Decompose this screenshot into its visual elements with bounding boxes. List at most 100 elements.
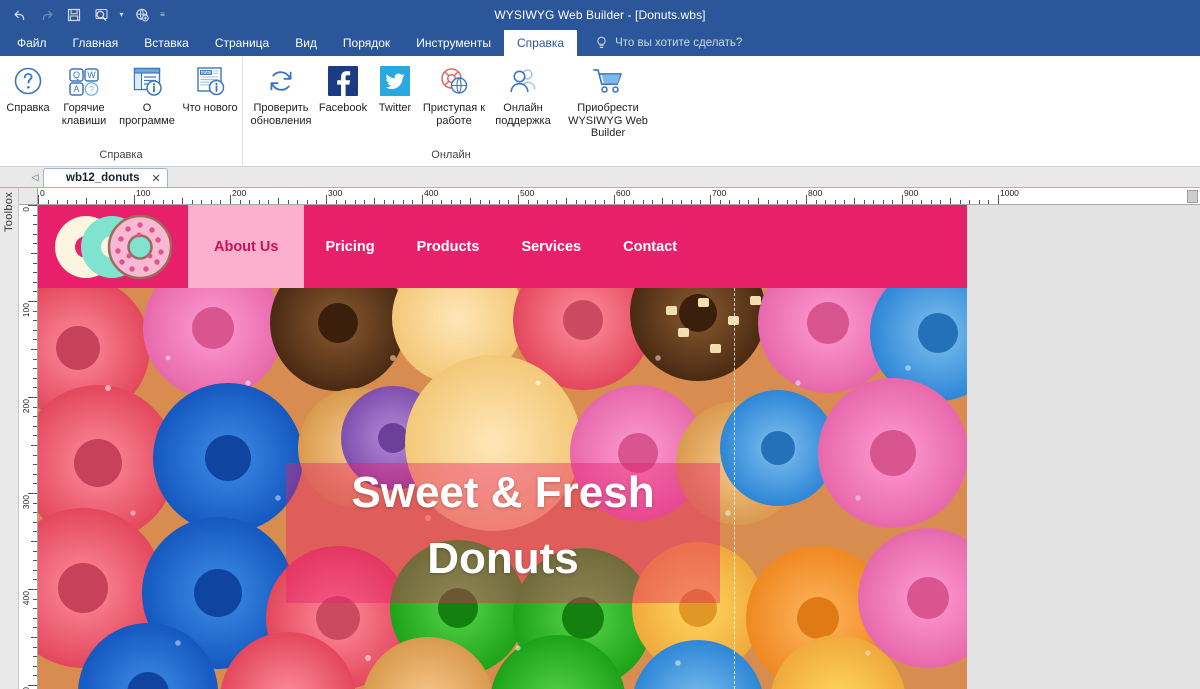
svg-text:NEWS: NEWS	[200, 70, 212, 75]
ruler-label: 300	[328, 188, 343, 198]
ruler-label: 400	[424, 188, 439, 198]
ruler-tick	[489, 200, 490, 204]
ruler-tick	[31, 349, 37, 350]
nav-item-pricing[interactable]: Pricing	[304, 205, 395, 288]
horizontal-ruler[interactable]: 0 100 200 300 400 500 600 700 800 900 1000	[38, 188, 1200, 205]
ruler-tick	[33, 407, 37, 408]
nav-item-products[interactable]: Products	[396, 205, 501, 288]
ruler-tick	[33, 416, 37, 417]
tab-scroll-left-icon[interactable]: ◁	[27, 168, 43, 187]
menu-tab-view[interactable]: Вид	[282, 30, 330, 56]
redo-icon[interactable]	[35, 4, 59, 26]
ruler-tick	[556, 200, 557, 204]
menu-tab-tools[interactable]: Инструменты	[403, 30, 504, 56]
facebook-button[interactable]: Facebook	[317, 60, 369, 115]
svg-text:?: ?	[89, 85, 94, 95]
ruler-tick	[528, 200, 529, 204]
ruler-tick	[700, 200, 701, 204]
ruler-tick	[480, 200, 481, 204]
ruler-label: 800	[808, 188, 823, 198]
ruler-tick	[662, 198, 663, 204]
close-icon[interactable]: ✕	[151, 172, 160, 185]
ruler-tick	[172, 200, 173, 204]
web-page-preview[interactable]: About Us Pricing Products Services Conta…	[38, 205, 967, 689]
hotkeys-button[interactable]: Q W A ? Горячие клавиши	[54, 60, 114, 127]
horizontal-scroll-thumb[interactable]	[1187, 190, 1198, 203]
ruler-tick	[33, 503, 37, 504]
ruler-tick	[499, 200, 500, 204]
nav-item-about-us[interactable]: About Us	[188, 205, 305, 288]
help-button[interactable]: Справка	[2, 60, 54, 115]
ruler-label: 200	[21, 399, 31, 414]
document-tab-wb12-donuts[interactable]: wb12_donuts ✕	[43, 168, 168, 187]
hero-section[interactable]: Sweet & Fresh Donuts	[38, 288, 967, 689]
ruler-tick	[33, 608, 37, 609]
ruler-tick	[758, 198, 759, 204]
ruler-tick	[969, 200, 970, 204]
ruler-tick	[374, 198, 375, 204]
ruler-tick	[345, 200, 346, 204]
vertical-ruler[interactable]: 0100200300400500	[19, 205, 38, 689]
ruler-tick	[33, 378, 37, 379]
ruler-and-canvas: 0 100 200 300 400 500 600 700 800 900 1000 0 100 200…	[19, 188, 1200, 689]
help-button-label: Справка	[6, 102, 50, 114]
menu-tab-page[interactable]: Страница	[202, 30, 282, 56]
menu-tab-file[interactable]: Файл	[4, 30, 60, 56]
ruler-tick	[144, 200, 145, 204]
ruler-tick	[451, 200, 452, 204]
undo-icon[interactable]	[8, 4, 32, 26]
site-nav: About Us Pricing Products Services Conta…	[188, 205, 698, 288]
preview-icon[interactable]	[89, 4, 113, 26]
design-canvas[interactable]: About Us Pricing Products Services Conta…	[38, 205, 1200, 689]
ruler-tick	[33, 272, 37, 273]
facebook-icon	[328, 63, 358, 99]
about-window-icon	[131, 63, 163, 99]
ruler-tick	[163, 200, 164, 204]
ruler-tick	[33, 234, 37, 235]
title-bar: ▾ ≡ WYSIWYG Web Builder - [Donuts.wbs]	[0, 0, 1200, 30]
ruler-tick	[585, 200, 586, 204]
menu-tab-help[interactable]: Справка	[504, 30, 578, 56]
news-info-icon: NEWS	[194, 63, 226, 99]
ruler-tick	[67, 200, 68, 204]
ribbon-group-help-title: Справка	[99, 149, 143, 161]
ruler-tick	[153, 200, 154, 204]
ribbon: Справка Q W A ? Горячие клавиши О програ…	[0, 56, 1200, 167]
getting-started-button[interactable]: Приступая к работе	[421, 60, 487, 127]
ruler-tick	[259, 200, 260, 204]
hero-heading[interactable]: Sweet & Fresh Donuts	[286, 460, 720, 592]
check-updates-button[interactable]: Проверить обновления	[245, 60, 317, 127]
ruler-tick	[240, 200, 241, 204]
online-support-button[interactable]: Онлайн поддержка	[487, 60, 559, 127]
twitter-button[interactable]: Twitter	[369, 60, 421, 115]
refresh-icon	[265, 63, 297, 99]
ruler-tick	[355, 200, 356, 204]
purchase-button[interactable]: Приобрести WYSIWYG Web Builder	[559, 60, 657, 140]
ruler-tick	[86, 198, 87, 204]
ruler-tick	[33, 435, 37, 436]
nav-item-services[interactable]: Services	[500, 205, 602, 288]
ruler-tick	[192, 200, 193, 204]
tell-me-search[interactable]: Что вы хотите сделать?	[577, 30, 742, 56]
ruler-tick	[652, 200, 653, 204]
preview-dropdown-caret-icon[interactable]: ▾	[116, 4, 127, 26]
ruler-tick	[33, 531, 37, 532]
nav-item-contact[interactable]: Contact	[602, 205, 698, 288]
ruler-tick	[33, 291, 37, 292]
customize-icon[interactable]: ≡	[157, 4, 168, 26]
menu-tab-insert[interactable]: Вставка	[131, 30, 202, 56]
toolbox-panel-tab[interactable]: Toolbox	[0, 188, 19, 689]
svg-text:A: A	[73, 84, 79, 94]
menu-tab-arrange[interactable]: Порядок	[330, 30, 403, 56]
ruler-tick	[720, 200, 721, 204]
ruler-tick	[796, 200, 797, 204]
hero-heading-line2: Donuts	[427, 534, 579, 583]
whats-new-button[interactable]: NEWS Что нового	[180, 60, 240, 115]
save-icon[interactable]	[62, 4, 86, 26]
menu-tab-home[interactable]: Главная	[60, 30, 132, 56]
publish-icon[interactable]	[130, 4, 154, 26]
ruler-tick	[316, 200, 317, 204]
donuts-logo[interactable]	[38, 205, 188, 288]
ruler-tick	[739, 200, 740, 204]
about-button[interactable]: О программе	[114, 60, 180, 127]
